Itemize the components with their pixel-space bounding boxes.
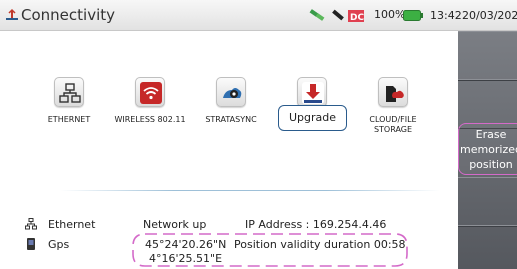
clock-time: 13:42 — [430, 9, 462, 22]
cloud-file-label-line1: CLOUD/FILE — [369, 115, 417, 124]
ethernet-status-icon — [25, 218, 37, 230]
stratasync-label: STRATASYNC — [205, 115, 257, 124]
svg-text:DC: DC — [350, 13, 364, 23]
probe-icon — [332, 9, 344, 21]
section-divider — [60, 190, 440, 191]
title-bar: Connectivity DC 100% — [0, 0, 458, 31]
battery-percent: 100% — [374, 8, 406, 21]
stratasync-tile[interactable] — [216, 77, 246, 107]
soft-key-2[interactable] — [458, 79, 517, 129]
status-icons: DC — [309, 9, 364, 23]
ethernet-tile[interactable] — [54, 77, 84, 107]
erase-label-line2: memorized — [459, 143, 517, 156]
gps-row-name: Gps — [48, 238, 70, 251]
erase-memorized-position-button[interactable]: Erase memorized position — [458, 123, 517, 175]
wifi-icon — [140, 82, 162, 104]
satellite-icon — [309, 9, 325, 21]
erase-label-line1: Erase — [475, 128, 507, 141]
gps-status-icon — [27, 238, 35, 250]
ethernet-label: ETHERNET — [47, 115, 91, 124]
network-icon — [59, 83, 81, 103]
soft-key-5[interactable] — [458, 225, 517, 269]
battery-icon — [403, 10, 423, 21]
cloud-file-icon — [386, 86, 404, 102]
page-title: Connectivity — [21, 6, 115, 24]
download-icon — [302, 82, 324, 104]
ethernet-row-name: Ethernet — [48, 218, 96, 231]
wireless-tile[interactable] — [135, 77, 165, 107]
connectivity-app-icon — [6, 8, 18, 20]
soft-key-1[interactable] — [458, 31, 517, 81]
dc-power-icon: DC — [348, 10, 364, 23]
ethernet-ip-address: IP Address : 169.254.4.46 — [245, 218, 387, 231]
upgrade-button[interactable]: Upgrade — [278, 105, 347, 131]
clock-date: 20/03/2020 — [462, 9, 517, 22]
soft-key-4[interactable] — [458, 177, 517, 227]
gps-highlight-outline — [132, 233, 408, 267]
upgrade-tile[interactable] — [297, 77, 327, 107]
ethernet-network-state: Network up — [143, 218, 207, 231]
cloud-file-label-line2: STORAGE — [373, 125, 413, 134]
cloud-file-storage-tile[interactable] — [378, 77, 408, 107]
wireless-label: WIRELESS 802.11 — [114, 115, 186, 124]
stratasync-icon — [223, 88, 242, 98]
erase-label-line3: position — [469, 158, 513, 171]
